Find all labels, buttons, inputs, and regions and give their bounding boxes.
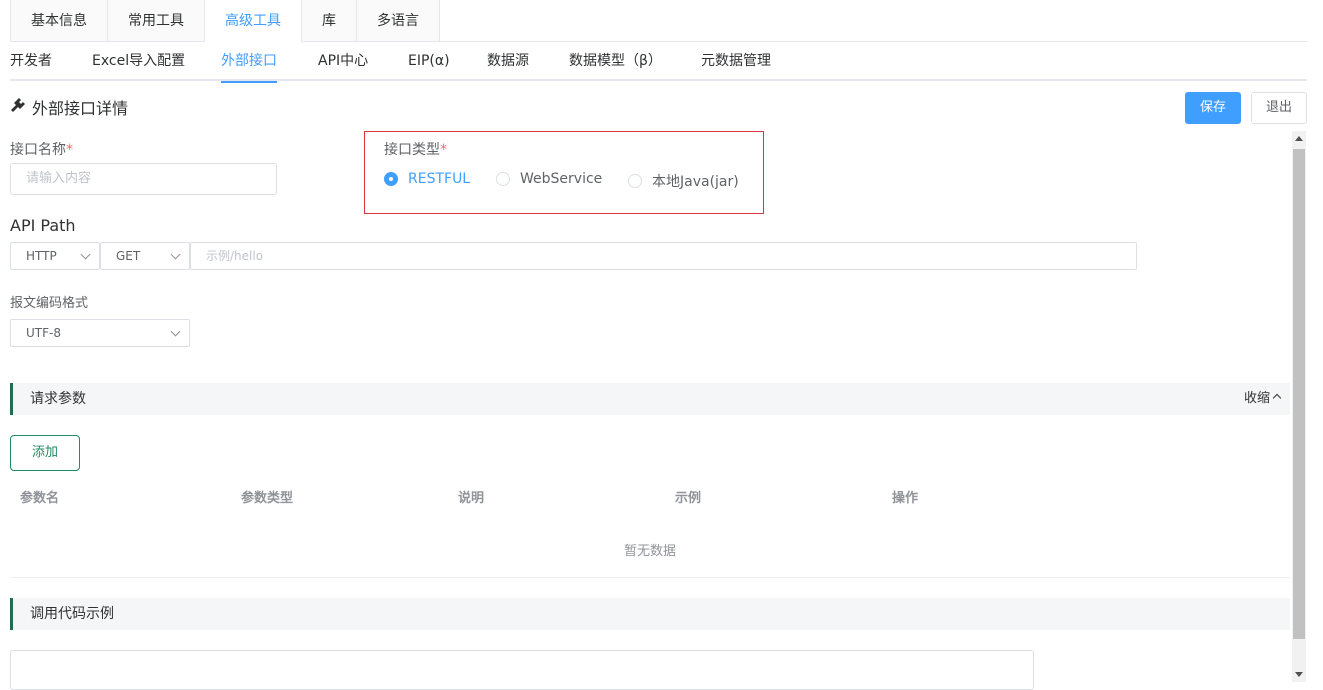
chevron-down-icon (170, 326, 181, 337)
radio-restful[interactable]: RESTFUL (384, 171, 470, 187)
subtab-api-center[interactable]: API中心 (318, 42, 368, 81)
sub-tabs: 开发者 Excel导入配置 外部接口 API中心 EIP(α) 数据源 数据模型… (10, 42, 1307, 83)
protocol-select[interactable]: HTTP (10, 242, 100, 270)
name-input[interactable]: 请输入内容 (10, 163, 277, 195)
request-params-section: 请求参数 收缩 (10, 383, 1290, 415)
col-param-name: 参数名 (20, 491, 60, 506)
radio-local-java[interactable]: 本地Java(jar) (628, 171, 739, 191)
subtab-external-interface[interactable]: 外部接口 (221, 42, 277, 83)
add-param-button[interactable]: 添加 (10, 435, 80, 471)
subtab-data-model[interactable]: 数据模型（β） (569, 42, 662, 81)
scroll-down-icon[interactable] (1295, 672, 1303, 677)
tab-advanced-tools[interactable]: 高级工具 (205, 0, 302, 42)
subtab-excel-import[interactable]: Excel导入配置 (92, 42, 185, 81)
code-example-section: 调用代码示例 (10, 598, 1290, 630)
radio-unchecked-icon (496, 172, 510, 186)
col-example: 示例 (675, 491, 702, 506)
name-label: 接口名称* (10, 142, 73, 158)
tab-common-tools[interactable]: 常用工具 (108, 0, 205, 42)
tab-basic-info[interactable]: 基本信息 (10, 0, 108, 42)
tab-library[interactable]: 库 (302, 0, 357, 42)
exit-button[interactable]: 退出 (1251, 92, 1307, 124)
chevron-up-icon (1272, 393, 1282, 403)
code-editor[interactable] (10, 650, 1034, 690)
plug-icon (10, 97, 26, 117)
subtab-developer[interactable]: 开发者 (10, 42, 52, 81)
method-select[interactable]: GET (100, 242, 190, 270)
tab-multi-language[interactable]: 多语言 (357, 0, 440, 42)
encoding-label: 报文编码格式 (10, 296, 89, 311)
empty-text: 暂无数据 (623, 544, 676, 559)
type-label: 接口类型* (384, 142, 447, 158)
path-input[interactable]: 示例/hello (190, 242, 1137, 270)
radio-checked-icon (384, 172, 398, 186)
subtab-eip[interactable]: EIP(α) (408, 42, 450, 81)
subtab-metadata[interactable]: 元数据管理 (701, 42, 771, 81)
section-title: 请求参数 (30, 391, 86, 407)
collapse-toggle[interactable]: 收缩 (1244, 383, 1282, 415)
section-title: 调用代码示例 (30, 606, 114, 622)
api-path-label: API Path (10, 216, 76, 235)
divider (10, 577, 1290, 578)
page-title-text: 外部接口详情 (32, 99, 129, 118)
radio-unchecked-icon (628, 174, 642, 188)
scroll-thumb[interactable] (1293, 149, 1305, 639)
col-actions: 操作 (892, 491, 919, 506)
col-param-type: 参数类型 (241, 491, 294, 506)
top-tabs: 基本信息 常用工具 高级工具 库 多语言 (10, 0, 1307, 42)
chevron-down-icon (80, 249, 91, 260)
col-description: 说明 (458, 491, 485, 506)
radio-webservice[interactable]: WebService (496, 171, 602, 187)
page-title: 外部接口详情 (10, 95, 128, 119)
scrollbar[interactable] (1292, 131, 1306, 682)
chevron-down-icon (170, 249, 181, 260)
scroll-up-icon[interactable] (1295, 136, 1303, 141)
encoding-select[interactable]: UTF-8 (10, 319, 190, 347)
save-button[interactable]: 保存 (1185, 92, 1241, 124)
subtab-datasource[interactable]: 数据源 (487, 42, 529, 81)
